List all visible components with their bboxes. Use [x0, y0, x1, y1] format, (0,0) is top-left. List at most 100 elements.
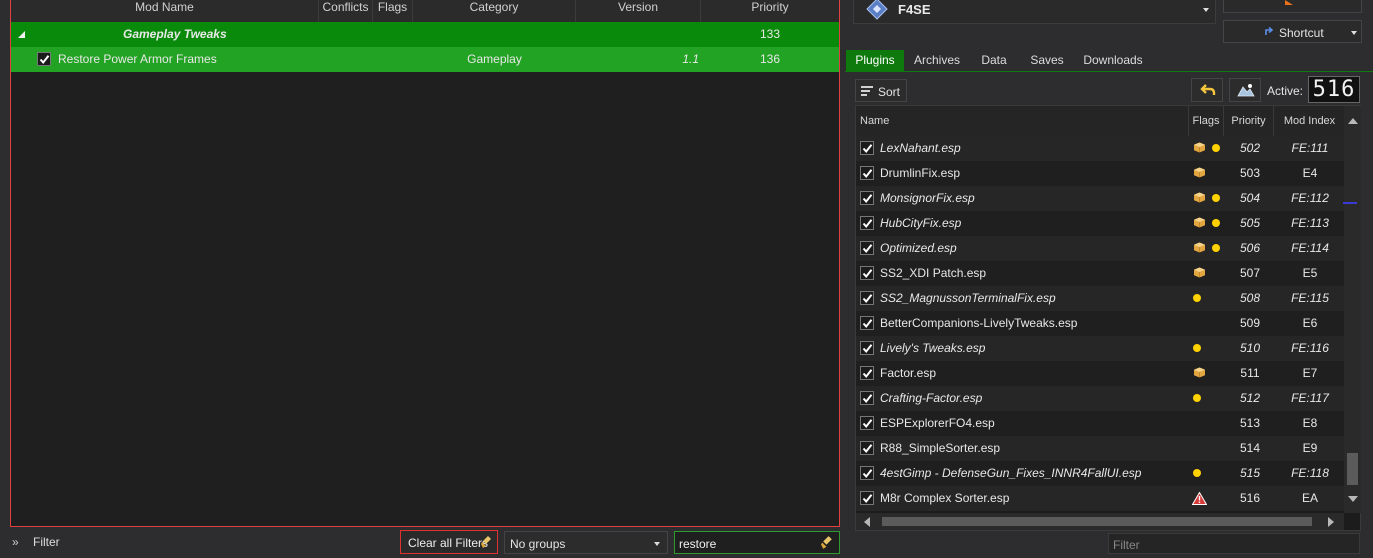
plugin-enabled-checkbox[interactable] [860, 316, 874, 330]
expand-filters-icon[interactable]: » [12, 530, 26, 554]
plugin-list: Name Flags Priority Mod Index LexNahant.… [855, 105, 1361, 531]
scroll-left-arrow-icon[interactable] [864, 517, 870, 527]
mod-search-input[interactable]: restore [674, 531, 840, 554]
executable-select[interactable]: F4SE [853, 0, 1216, 24]
plugin-enabled-checkbox[interactable] [860, 166, 874, 180]
plugin-priority: 512 [1239, 391, 1261, 405]
horizontal-scrollbar[interactable] [856, 513, 1344, 530]
plugin-enabled-checkbox[interactable] [860, 266, 874, 280]
plugin-row[interactable]: M8r Complex Sorter.esp 516 EA [856, 486, 1345, 511]
plugin-enabled-checkbox[interactable] [860, 441, 874, 455]
plugin-row[interactable]: LexNahant.esp 502 FE:111 [856, 136, 1345, 161]
light-plugin-dot-icon [1193, 394, 1201, 402]
plugin-col-mod-index[interactable]: Mod Index [1274, 106, 1345, 136]
col-header-category[interactable]: Category [413, 0, 576, 22]
search-value: restore [679, 537, 717, 551]
plugin-row[interactable]: BetterCompanions-LivelyTweaks.esp 509 E6 [856, 311, 1345, 336]
plugin-mod-index: E9 [1302, 441, 1318, 455]
plugin-priority: 508 [1239, 291, 1261, 305]
plugin-name: Lively's Tweaks.esp [880, 341, 986, 355]
check-icon [862, 419, 873, 429]
plugin-row[interactable]: DrumlinFix.esp 503 E4 [856, 161, 1345, 186]
plugin-col-priority[interactable]: Priority [1224, 106, 1274, 136]
tab-downloads[interactable]: Downloads [1078, 50, 1148, 71]
restore-backup-button[interactable] [1191, 78, 1223, 102]
group-name: Gameplay Tweaks [123, 27, 227, 41]
plugin-col-flags[interactable]: Flags [1189, 106, 1224, 136]
executable-name: F4SE [898, 2, 931, 17]
plugin-priority: 511 [1240, 366, 1260, 380]
plugin-row[interactable]: Crafting-Factor.esp 512 FE:117 [856, 386, 1345, 411]
run-button[interactable] [1223, 0, 1362, 13]
selection-marker [1343, 202, 1357, 204]
plugin-enabled-checkbox[interactable] [860, 191, 874, 205]
plugin-col-name[interactable]: Name [856, 106, 1189, 136]
check-icon [862, 294, 873, 304]
light-plugin-dot-icon [1193, 344, 1201, 352]
plugin-name: DrumlinFix.esp [880, 166, 961, 180]
scroll-right-arrow-icon[interactable] [1328, 517, 1334, 527]
plugin-name: LexNahant.esp [880, 141, 961, 155]
plugin-enabled-checkbox[interactable] [860, 391, 874, 405]
plugin-priority: 502 [1239, 141, 1261, 155]
plugin-filter-input[interactable]: Filter [1108, 533, 1360, 554]
vertical-scrollbar[interactable] [1344, 106, 1361, 513]
mod-row[interactable]: Restore Power Armor Frames Gameplay 1.1 … [11, 47, 839, 72]
plugin-enabled-checkbox[interactable] [860, 341, 874, 355]
groups-select[interactable]: No groups [504, 531, 668, 554]
scroll-down-arrow-icon[interactable] [1348, 496, 1358, 502]
col-header-version[interactable]: Version [576, 0, 701, 22]
backup-icon [1237, 84, 1255, 97]
plugin-enabled-checkbox[interactable] [860, 241, 874, 255]
plugin-row[interactable]: SS2_MagnussonTerminalFix.esp 508 FE:115 [856, 286, 1345, 311]
plugin-row[interactable]: MonsignorFix.esp 504 FE:112 [856, 186, 1345, 211]
tab-data[interactable]: Data [970, 50, 1018, 71]
plugin-enabled-checkbox[interactable] [860, 216, 874, 230]
plugin-enabled-checkbox[interactable] [860, 291, 874, 305]
mod-name: Restore Power Armor Frames [58, 52, 217, 66]
plugin-row[interactable]: 4estGimp - DefenseGun_Fixes_INNR4FallUI.… [856, 461, 1345, 486]
tab-archives[interactable]: Archives [908, 50, 966, 71]
plugin-priority: 503 [1239, 166, 1261, 180]
plugin-enabled-checkbox[interactable] [860, 416, 874, 430]
col-header-mod-name[interactable]: Mod Name [11, 0, 319, 22]
chevron-down-icon [1203, 8, 1209, 12]
plugin-row[interactable]: Lively's Tweaks.esp 510 FE:116 [856, 336, 1345, 361]
plugin-row[interactable]: Factor.esp 511 E7 [856, 361, 1345, 386]
group-row[interactable]: Gameplay Tweaks 133 [11, 22, 839, 47]
col-header-flags[interactable]: Flags [373, 0, 413, 22]
plugin-row[interactable]: ESPExplorerFO4.esp 513 E8 [856, 411, 1345, 436]
plugin-name: MonsignorFix.esp [880, 191, 975, 205]
tab-saves[interactable]: Saves [1022, 50, 1072, 71]
filter-label[interactable]: Filter [33, 530, 60, 554]
plugin-mod-index: EA [1301, 491, 1318, 505]
plugin-row[interactable]: SS2_XDI Patch.esp 507 E5 [856, 261, 1345, 286]
clear-search-icon[interactable] [820, 535, 835, 550]
check-icon [862, 219, 873, 229]
scroll-up-arrow-icon[interactable] [1348, 118, 1358, 124]
tab-plugins[interactable]: Plugins [846, 50, 904, 71]
col-header-conflicts[interactable]: Conflicts [319, 0, 373, 22]
light-plugin-dot-icon [1193, 294, 1201, 302]
sort-button[interactable]: Sort [855, 79, 907, 102]
shortcut-button[interactable]: Shortcut [1223, 20, 1362, 43]
create-backup-button[interactable] [1229, 78, 1261, 102]
vertical-scroll-thumb[interactable] [1347, 453, 1358, 485]
plugin-mod-index: FE:118 [1291, 466, 1329, 480]
plugin-name: BetterCompanions-LivelyTweaks.esp [880, 316, 1078, 330]
col-header-priority[interactable]: Priority [701, 0, 839, 22]
plugin-enabled-checkbox[interactable] [860, 366, 874, 380]
plugin-enabled-checkbox[interactable] [860, 491, 874, 505]
plugin-row[interactable]: HubCityFix.esp 505 FE:113 [856, 211, 1345, 236]
plugin-row[interactable]: Optimized.esp 506 FE:114 [856, 236, 1345, 261]
horizontal-scroll-thumb[interactable] [882, 517, 1312, 526]
plugin-enabled-checkbox[interactable] [860, 141, 874, 155]
plugin-name: Crafting-Factor.esp [880, 391, 983, 405]
mod-enabled-checkbox[interactable] [37, 52, 51, 66]
master-box-icon [1194, 267, 1205, 278]
collapse-icon[interactable] [18, 31, 25, 38]
clear-all-filters-button[interactable]: Clear all Filters [400, 530, 498, 554]
plugin-row[interactable]: R88_SimpleSorter.esp 514 E9 [856, 436, 1345, 461]
warning-icon[interactable] [1192, 492, 1207, 505]
plugin-enabled-checkbox[interactable] [860, 466, 874, 480]
